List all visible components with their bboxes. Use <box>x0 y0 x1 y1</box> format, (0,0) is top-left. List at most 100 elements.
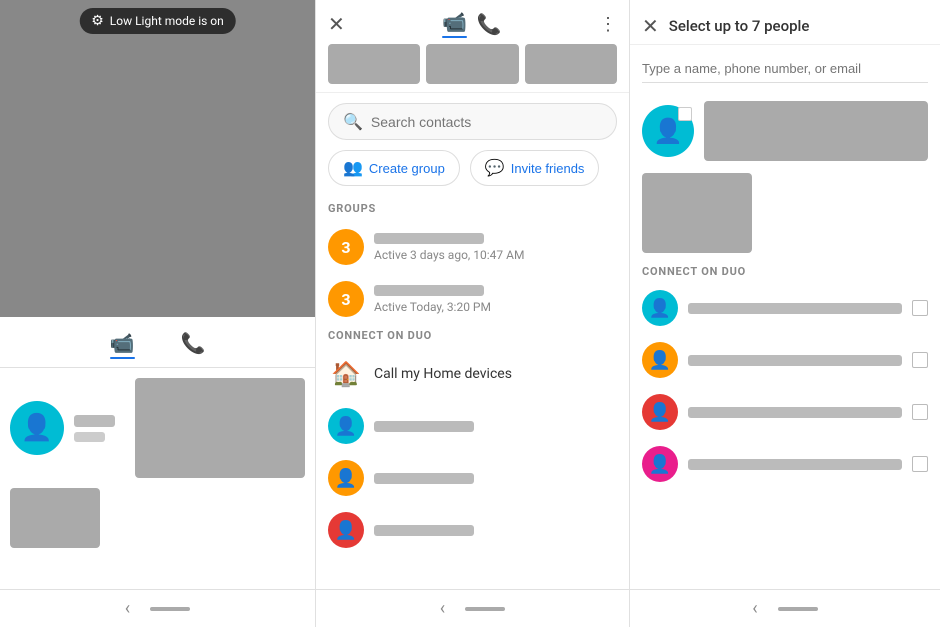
right-connect-row-2[interactable]: 👤 <box>630 334 940 386</box>
right-avatar-main: 👤 <box>642 105 694 157</box>
connect-avatar-3: 👤 <box>328 512 364 548</box>
right-search-input[interactable] <box>642 55 928 83</box>
mid-thumb-3 <box>525 44 617 84</box>
connect-avatar-2: 👤 <box>328 460 364 496</box>
mid-thumb-1 <box>328 44 420 84</box>
nav-home-bar-right <box>778 607 818 611</box>
group-item-2[interactable]: 3 Active Today, 3:20 PM <box>316 273 629 325</box>
home-icon: 🏠 <box>331 360 361 388</box>
panel-right: ✕ Select up to 7 people 👤 CONNECT ON DUO… <box>630 0 940 627</box>
checkbox-4[interactable] <box>912 456 928 472</box>
right-connect-row-3[interactable]: 👤 <box>630 386 940 438</box>
checkbox-2[interactable] <box>912 352 928 368</box>
group-item-1[interactable]: 3 Active 3 days ago, 10:47 AM <box>316 221 629 273</box>
invite-friends-button[interactable]: 💬 Invite friends <box>470 150 600 186</box>
contact-info <box>74 415 125 442</box>
back-chevron-mid[interactable]: ‹ <box>440 598 445 619</box>
right-connect-name-1 <box>688 303 902 314</box>
connect-contact-1[interactable]: 👤 <box>316 400 629 452</box>
low-light-text: Low Light mode is on <box>110 14 224 28</box>
panel-left-bottom: 📹 📞 👤 ‹ <box>0 317 315 627</box>
connect-contact-3[interactable]: 👤 <box>316 504 629 556</box>
close-button-right[interactable]: ✕ <box>642 14 659 38</box>
right-connect-row-4[interactable]: 👤 <box>630 438 940 490</box>
mid-tabs: 📹 📞 <box>442 10 502 38</box>
contact-detail-bar <box>74 432 105 442</box>
contact-name-bar <box>74 415 115 427</box>
right-connect-row-1[interactable]: 👤 <box>630 282 940 334</box>
close-button-mid[interactable]: ✕ <box>328 12 345 36</box>
search-input[interactable] <box>371 114 602 130</box>
right-connect-avatar-1: 👤 <box>642 290 678 326</box>
panel-left-nav: ‹ <box>0 589 315 627</box>
group-info-1: Active 3 days ago, 10:47 AM <box>374 233 617 262</box>
mid-nav: ‹ <box>316 589 629 627</box>
checkbox-3[interactable] <box>912 404 928 420</box>
connect-home-item[interactable]: 🏠 Call my Home devices <box>316 348 629 400</box>
right-contact-row-main[interactable]: 👤 <box>630 93 940 169</box>
group-badge-1: 3 <box>328 229 364 265</box>
right-connect-avatar-3: 👤 <box>642 394 678 430</box>
right-connect-avatar-4: 👤 <box>642 446 678 482</box>
person-icon-c1: 👤 <box>335 416 357 437</box>
phone-icon-mid: 📞 <box>477 12 502 36</box>
group-badge-2: 3 <box>328 281 364 317</box>
group-info-2: Active Today, 3:20 PM <box>374 285 617 314</box>
low-light-badge: ⚙ Low Light mode is on <box>79 8 236 34</box>
tab-video-mid[interactable]: 📹 <box>442 10 467 38</box>
right-nav: ‹ <box>630 589 940 627</box>
panel-right-header: ✕ Select up to 7 people <box>630 0 940 45</box>
search-bar: 🔍 <box>328 103 617 140</box>
group-time-2: Active Today, 3:20 PM <box>374 300 617 314</box>
right-connect-name-3 <box>688 407 902 418</box>
back-chevron-right[interactable]: ‹ <box>752 598 757 619</box>
thumbnail-block <box>135 378 305 478</box>
more-icon-mid[interactable]: ⋮ <box>599 14 617 35</box>
nav-home-bar-left <box>150 607 190 611</box>
panel-mid: ✕ 📹 📞 ⋮ 🔍 👥 Create group <box>315 0 630 627</box>
person-icon: 👤 <box>21 413 53 443</box>
nav-home-bar-mid <box>465 607 505 611</box>
right-title: Select up to 7 people <box>669 17 928 35</box>
invite-friends-label: Invite friends <box>511 161 585 176</box>
avatar-main: 👤 <box>10 401 64 455</box>
groups-section-label: GROUPS <box>316 198 629 221</box>
gear-icon: ⚙ <box>91 13 104 29</box>
tab-video-left[interactable]: 📹 <box>102 327 143 363</box>
person-icon-r1: 👤 <box>649 298 671 319</box>
tab-phone-mid[interactable]: 📞 <box>477 12 502 36</box>
thumbnail-small <box>10 488 100 548</box>
panel-left-content: 👤 <box>0 368 315 589</box>
mid-header-icons: ⋮ <box>599 14 617 35</box>
checkbox-1[interactable] <box>912 300 928 316</box>
group-time-1: Active 3 days ago, 10:47 AM <box>374 248 617 262</box>
create-group-icon: 👥 <box>343 158 363 178</box>
right-connect-name-2 <box>688 355 902 366</box>
connect-contact-2[interactable]: 👤 <box>316 452 629 504</box>
person-icon-c3: 👤 <box>335 520 357 541</box>
person-icon-r3: 👤 <box>649 402 671 423</box>
right-connect-name-4 <box>688 459 902 470</box>
checkbox-overlay <box>678 107 692 121</box>
person-icon-r2: 👤 <box>649 350 671 371</box>
home-device-name: Call my Home devices <box>374 366 512 382</box>
home-icon-wrap: 🏠 <box>328 356 364 392</box>
video-icon: 📹 <box>110 331 135 355</box>
connect-name-bar-1 <box>374 421 474 432</box>
tab-phone-left[interactable]: 📞 <box>173 327 214 363</box>
back-chevron-left[interactable]: ‹ <box>125 598 130 619</box>
tab-underline-video <box>110 357 135 359</box>
connect-name-bar-2 <box>374 473 474 484</box>
right-connect-avatar-2: 👤 <box>642 342 678 378</box>
action-buttons: 👥 Create group 💬 Invite friends <box>316 150 629 198</box>
connect-avatar-1: 👤 <box>328 408 364 444</box>
right-contact-thumb <box>704 101 928 161</box>
create-group-button[interactable]: 👥 Create group <box>328 150 460 186</box>
search-bar-wrap: 🔍 <box>316 93 629 150</box>
group-name-bar-1 <box>374 233 484 244</box>
person-icon-right: 👤 <box>653 117 683 145</box>
contact-row-main: 👤 <box>10 378 305 478</box>
right-thumb-block <box>642 173 752 253</box>
search-icon: 🔍 <box>343 112 363 131</box>
mid-thumb-2 <box>426 44 518 84</box>
